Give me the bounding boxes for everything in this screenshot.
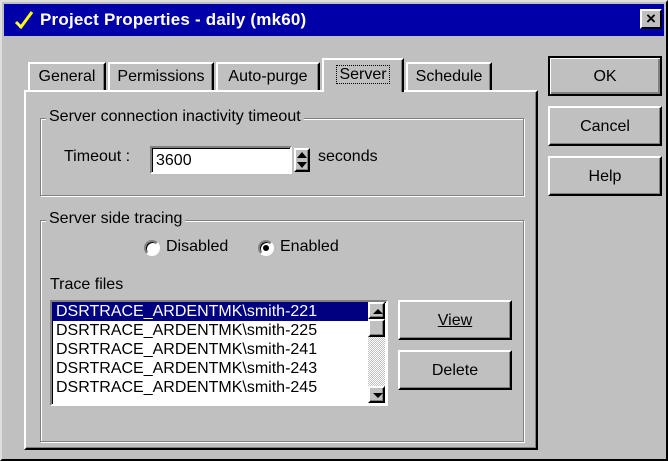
tab-label: Permissions — [117, 68, 205, 85]
window-title: Project Properties - daily (mk60) — [40, 10, 307, 29]
radio-disabled-label[interactable]: Disabled — [166, 238, 228, 256]
timeout-spinner[interactable] — [294, 148, 310, 172]
radio-enabled-label[interactable]: Enabled — [280, 238, 339, 256]
close-icon: × — [646, 9, 656, 28]
tracing-group-label: Server side tracing — [46, 210, 186, 228]
tab-label: Server — [336, 65, 390, 84]
cancel-button-label: Cancel — [580, 118, 630, 135]
scroll-down-icon — [373, 393, 383, 398]
tab-schedule[interactable]: Schedule — [406, 62, 492, 90]
tab-label: General — [38, 68, 96, 85]
spin-up-icon[interactable] — [297, 152, 307, 158]
radio-disabled[interactable] — [144, 240, 160, 256]
help-button-label: Help — [588, 168, 622, 185]
delete-button-label: Delete — [431, 362, 479, 379]
radio-enabled[interactable] — [258, 240, 274, 256]
project-check-icon — [14, 11, 34, 30]
tab-general[interactable]: General — [28, 62, 106, 90]
list-item[interactable]: DSRTRACE_ARDENTMK\smith-245 — [52, 378, 368, 397]
list-item[interactable]: DSRTRACE_ARDENTMK\smith-243 — [52, 359, 368, 378]
tab-permissions[interactable]: Permissions — [108, 62, 214, 90]
tab-label: Schedule — [415, 68, 483, 85]
tab-auto-purge[interactable]: Auto-purge — [216, 62, 320, 90]
view-button-label: View — [437, 312, 473, 329]
delete-button[interactable]: Delete — [398, 350, 512, 390]
ok-button-label: OK — [593, 68, 617, 85]
list-item[interactable]: DSRTRACE_ARDENTMK\smith-221 — [52, 302, 368, 321]
scroll-up-icon — [373, 309, 383, 314]
trace-files-label: Trace files — [50, 276, 124, 293]
view-button[interactable]: View — [398, 300, 512, 340]
trace-files-list[interactable]: DSRTRACE_ARDENTMK\smith-221 DSRTRACE_ARD… — [50, 300, 388, 406]
cancel-button[interactable]: Cancel — [548, 106, 662, 146]
server-tab-panel: Server connection inactivity timeout Tim… — [24, 90, 538, 450]
scroll-up-button[interactable] — [368, 302, 385, 319]
timeout-unit: seconds — [318, 148, 378, 165]
list-scrollbar[interactable] — [368, 302, 385, 403]
scroll-down-button[interactable] — [368, 386, 385, 403]
scroll-thumb[interactable] — [368, 319, 385, 337]
tab-label: Auto-purge — [228, 68, 308, 85]
spin-down-icon[interactable] — [297, 162, 307, 168]
timeout-input[interactable]: 3600 — [150, 146, 292, 174]
title-bar[interactable]: Project Properties - daily (mk60) × — [4, 4, 664, 36]
ok-button[interactable]: OK — [548, 56, 662, 96]
list-item[interactable]: DSRTRACE_ARDENTMK\smith-241 — [52, 340, 368, 359]
timeout-value: 3600 — [156, 152, 192, 169]
help-button[interactable]: Help — [548, 156, 662, 196]
close-button[interactable]: × — [640, 9, 662, 29]
project-properties-dialog: Project Properties - daily (mk60) × Gene… — [0, 0, 668, 461]
timeout-group-label: Server connection inactivity timeout — [46, 108, 304, 126]
timeout-label: Timeout : — [64, 148, 131, 165]
list-item[interactable]: DSRTRACE_ARDENTMK\smith-225 — [52, 321, 368, 340]
tab-server[interactable]: Server — [322, 58, 404, 92]
